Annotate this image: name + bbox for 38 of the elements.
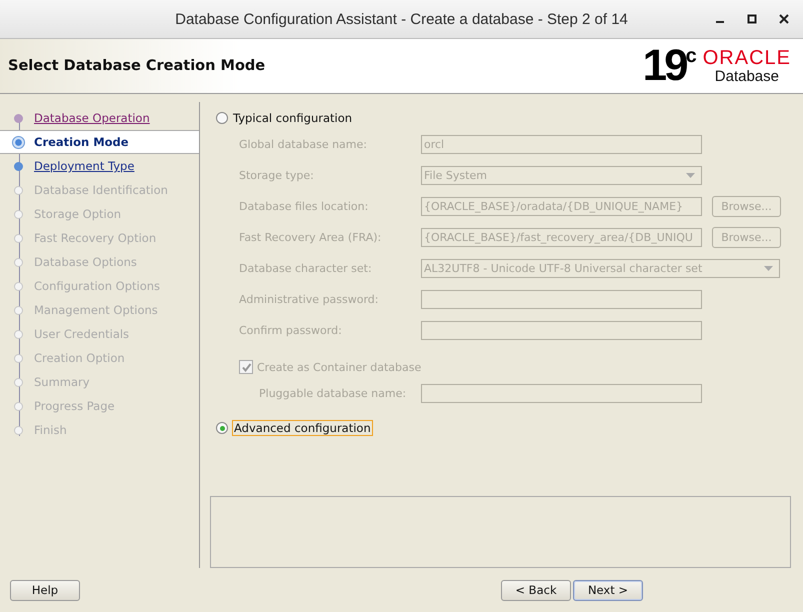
step-item[interactable]: Creation Mode	[0, 130, 199, 154]
field-label: Global database name:	[239, 138, 368, 151]
step-item[interactable]: Progress Page	[0, 394, 199, 418]
field-label: Confirm password:	[239, 324, 343, 337]
radio-button[interactable]	[216, 422, 228, 434]
step-item[interactable]: User Credentials	[0, 322, 199, 346]
step-item[interactable]: Fast Recovery Option	[0, 226, 199, 250]
step-item[interactable]: Deployment Type	[0, 154, 199, 178]
logo-brand: ORACLE	[702, 48, 791, 68]
radio-button[interactable]	[216, 112, 228, 124]
step-item[interactable]: Database Identification	[0, 178, 199, 202]
field-label: Storage type:	[239, 169, 315, 182]
dropdown-caret-icon	[686, 173, 695, 178]
step-item[interactable]: Database Options	[0, 250, 199, 274]
help-button[interactable]: Help	[10, 580, 80, 600]
radio-label[interactable]: Typical configuration	[232, 111, 354, 125]
step-item[interactable]: Database Operation	[0, 106, 199, 130]
field-label: Fast Recovery Area (FRA):	[239, 231, 382, 244]
field-label: Database files location:	[239, 200, 370, 213]
logo-product: Database	[714, 68, 779, 84]
next-button[interactable]: Next >	[573, 580, 643, 600]
window-title: Database Configuration Assistant - Create a database - Step 2 of 14	[175, 10, 628, 28]
step-item[interactable]: Storage Option	[0, 202, 199, 226]
field-label: Administrative password:	[239, 293, 380, 306]
dropdown-caret-icon	[764, 266, 773, 271]
radio-label[interactable]: Advanced configuration	[232, 420, 373, 436]
field-label: Database character set:	[239, 262, 373, 275]
close-icon[interactable]	[779, 14, 789, 24]
back-button[interactable]: < Back	[501, 580, 571, 600]
field-label: Pluggable database name:	[259, 387, 408, 400]
step-item[interactable]: Creation Option	[0, 346, 199, 370]
page-title: Select Database Creation Mode	[8, 58, 266, 74]
step-item[interactable]: Configuration Options	[0, 274, 199, 298]
step-item[interactable]: Management Options	[0, 298, 199, 322]
maximize-icon[interactable]	[747, 14, 757, 24]
logo-version: 19$^{c}$	[642, 44, 697, 88]
step-item[interactable]: Summary	[0, 370, 199, 394]
step-item[interactable]: Finish	[0, 418, 199, 442]
